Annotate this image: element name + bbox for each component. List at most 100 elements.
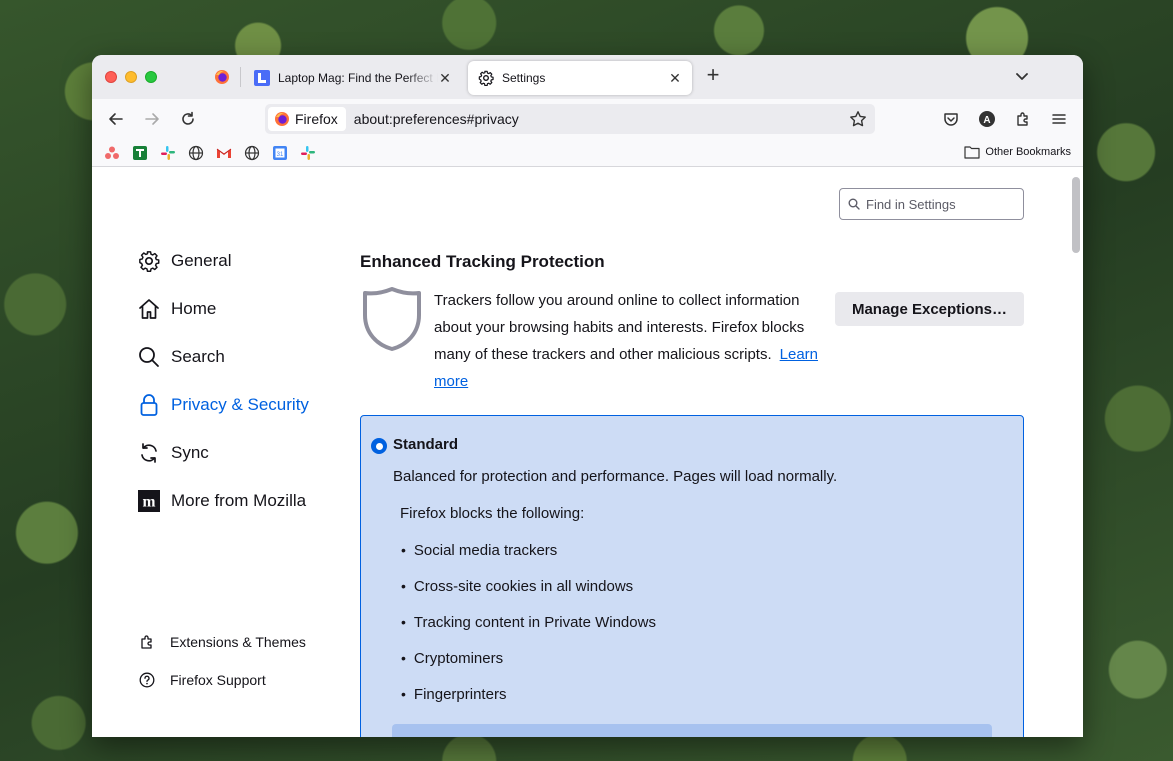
close-tab-icon[interactable]: ✕ xyxy=(438,70,452,87)
mozilla-icon: m xyxy=(138,490,160,512)
firefox-support-link[interactable]: Firefox Support xyxy=(138,671,266,689)
sidebar-footer-label: Extensions & Themes xyxy=(170,634,306,650)
svg-text:A: A xyxy=(983,115,990,126)
category-search[interactable]: Search xyxy=(138,346,225,368)
tab-strip: Laptop Mag: Find the Perfect Laptop ✕ Se… xyxy=(92,55,1083,99)
home-icon xyxy=(138,298,160,320)
sidebar-footer-label: Firefox Support xyxy=(170,672,266,688)
standard-description: Balanced for protection and performance.… xyxy=(393,468,838,485)
bookmark-star-icon[interactable] xyxy=(849,110,867,128)
site-identity-button[interactable]: Firefox xyxy=(268,107,346,131)
category-home[interactable]: Home xyxy=(138,298,216,320)
svg-text:31: 31 xyxy=(277,152,284,158)
blocked-items-list: Social media trackers Cross-site cookies… xyxy=(401,532,656,712)
category-label: Sync xyxy=(171,443,209,462)
pinned-tab-firefox[interactable] xyxy=(204,63,240,91)
other-bookmarks-label: Other Bookmarks xyxy=(985,146,1071,158)
list-item: Cross-site cookies in all windows xyxy=(401,568,656,604)
pocket-button[interactable] xyxy=(941,109,961,129)
navigation-toolbar: Firefox about:preferences#privacy A xyxy=(92,99,1083,139)
slack-bookmark-icon[interactable] xyxy=(300,145,316,161)
tab-laptopmag[interactable]: Laptop Mag: Find the Perfect Laptop ✕ xyxy=(244,61,462,95)
list-item: Tracking content in Private Windows xyxy=(401,604,656,640)
puzzle-icon xyxy=(1017,112,1028,126)
gear-icon xyxy=(138,250,160,272)
search-icon xyxy=(848,198,860,210)
etp-description: Trackers follow you around online to col… xyxy=(434,287,834,395)
search-icon xyxy=(138,346,160,368)
search-input[interactable] xyxy=(866,196,1016,212)
forward-button[interactable] xyxy=(142,109,162,129)
lock-icon xyxy=(138,394,160,416)
reload-icon xyxy=(182,111,194,125)
category-label: Home xyxy=(171,299,217,318)
slack-bookmark-icon[interactable] xyxy=(160,145,176,161)
puzzle-icon xyxy=(138,633,156,651)
category-label: Privacy & Security xyxy=(171,395,309,414)
tab-title: Laptop Mag: Find the Perfect Laptop xyxy=(278,71,438,85)
extensions-button[interactable] xyxy=(1013,109,1033,129)
standard-radio[interactable] xyxy=(371,438,387,454)
hamburger-menu-icon xyxy=(1052,114,1066,124)
category-more-from-mozilla[interactable]: m More from Mozilla xyxy=(138,490,306,512)
browser-window: Laptop Mag: Find the Perfect Laptop ✕ Se… xyxy=(92,55,1083,737)
help-icon xyxy=(138,671,156,689)
other-bookmarks-button[interactable]: Other Bookmarks xyxy=(964,145,1071,159)
extensions-themes-link[interactable]: Extensions & Themes xyxy=(138,633,306,651)
find-in-settings[interactable] xyxy=(839,188,1024,220)
close-tab-icon[interactable]: ✕ xyxy=(668,70,682,87)
scrollbar-thumb[interactable] xyxy=(1072,177,1080,253)
folder-icon xyxy=(964,146,981,159)
category-label: Search xyxy=(171,347,225,366)
back-button[interactable] xyxy=(106,109,126,129)
laptopmag-icon xyxy=(254,70,270,86)
account-avatar-icon: A xyxy=(979,111,995,127)
list-item: Cryptominers xyxy=(401,640,656,676)
identity-label: Firefox xyxy=(295,111,338,127)
category-sync[interactable]: Sync xyxy=(138,442,209,464)
standard-title: Standard xyxy=(393,436,459,453)
window-controls xyxy=(105,71,157,83)
svg-text:m: m xyxy=(143,494,156,511)
address-bar[interactable]: Firefox about:preferences#privacy xyxy=(265,104,875,134)
sheets-bookmark-icon[interactable] xyxy=(132,145,148,161)
shield-icon xyxy=(363,287,421,351)
info-bar xyxy=(392,724,992,737)
blocks-heading: Firefox blocks the following: xyxy=(400,505,585,522)
list-item: Fingerprinters xyxy=(401,676,656,712)
list-item: Social media trackers xyxy=(401,532,656,568)
reload-button[interactable] xyxy=(178,109,198,129)
globe-bookmark-icon[interactable] xyxy=(188,145,204,161)
category-general[interactable]: General xyxy=(138,250,231,272)
firefox-icon xyxy=(215,70,229,84)
new-tab-button[interactable]: + xyxy=(702,64,724,87)
calendar-bookmark-icon[interactable]: 31 xyxy=(272,145,288,161)
globe-bookmark-icon[interactable] xyxy=(244,145,260,161)
minimize-window-button[interactable] xyxy=(125,71,137,83)
firefox-icon xyxy=(275,112,289,126)
gear-icon xyxy=(478,70,494,86)
gmail-bookmark-icon[interactable] xyxy=(216,145,232,161)
category-label: More from Mozilla xyxy=(171,491,307,510)
manage-exceptions-button[interactable]: Manage Exceptions… xyxy=(835,292,1024,326)
account-button[interactable]: A xyxy=(977,109,997,129)
etp-description-text: Trackers follow you around online to col… xyxy=(434,292,805,363)
settings-page: General Home Search xyxy=(92,167,1083,737)
close-window-button[interactable] xyxy=(105,71,117,83)
tab-title: Settings xyxy=(502,71,546,85)
bookmarks-toolbar: 31 Other Bookmarks xyxy=(92,139,1083,167)
tab-settings[interactable]: Settings ✕ xyxy=(468,61,692,95)
back-arrow-icon xyxy=(109,113,123,125)
list-all-tabs-icon[interactable] xyxy=(1012,67,1032,87)
pocket-icon xyxy=(944,113,958,126)
asana-bookmark-icon[interactable] xyxy=(104,145,120,161)
maximize-window-button[interactable] xyxy=(145,71,157,83)
category-privacy-security[interactable]: Privacy & Security xyxy=(138,394,309,416)
section-heading: Enhanced Tracking Protection xyxy=(360,252,605,271)
tab-separator xyxy=(240,67,241,87)
app-menu-button[interactable] xyxy=(1049,109,1069,129)
category-label: General xyxy=(171,251,232,270)
standard-option-card[interactable]: Standard Balanced for protection and per… xyxy=(360,415,1024,737)
forward-arrow-icon xyxy=(145,113,159,125)
url-text[interactable]: about:preferences#privacy xyxy=(354,111,849,127)
